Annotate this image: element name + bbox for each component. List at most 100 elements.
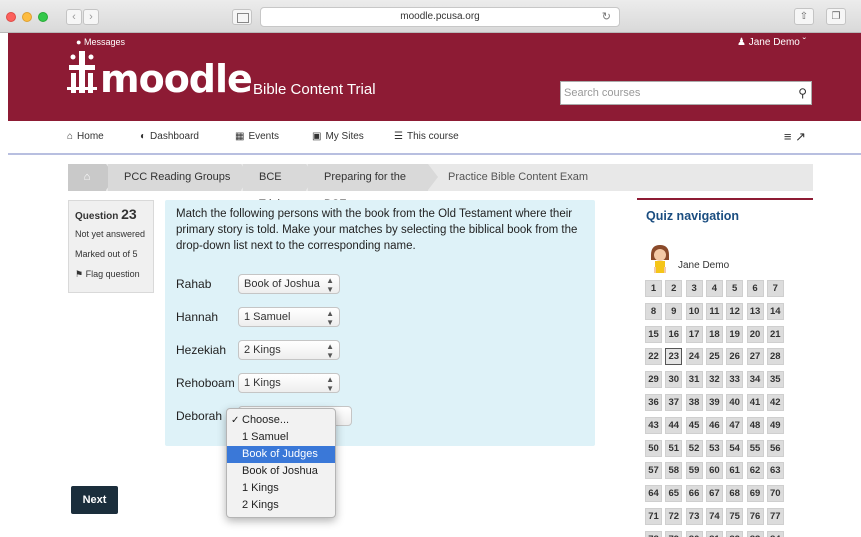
quiz-nav-question-button[interactable]: 29 [645,371,662,389]
quiz-nav-question-button[interactable]: 65 [665,485,683,503]
quiz-nav-question-button[interactable]: 14 [766,302,784,320]
nav-home[interactable]: ⌂ Home [67,131,104,142]
breadcrumb-bce-trial[interactable]: BCE Trial [243,164,306,210]
quiz-nav-question-button[interactable]: 79 [665,530,683,537]
search-input[interactable]: Search courses ⚲ [560,81,812,105]
breadcrumb-preparing-for-bce[interactable]: Preparing for the BCE [308,164,428,210]
quiz-nav-question-button[interactable]: 75 [726,508,744,525]
quiz-nav-question-button[interactable]: 39 [705,394,723,411]
quiz-nav-question-button[interactable]: 66 [685,485,703,503]
quiz-nav-question-button[interactable]: 20 [746,325,764,343]
quiz-nav-question-button[interactable]: 19 [726,325,744,343]
block-dock-icon[interactable]: ≡ [784,129,792,144]
quiz-nav-question-button[interactable]: 9 [665,302,683,320]
quiz-nav-question-button[interactable]: 22 [645,348,662,366]
quiz-nav-question-button[interactable]: 64 [645,485,662,503]
share-icon[interactable]: ⇧ [794,8,814,25]
quiz-nav-question-button[interactable]: 73 [685,508,703,525]
quiz-nav-question-button[interactable]: 82 [726,530,744,537]
dropdown-option-1-samuel[interactable]: 1 Samuel [227,429,335,446]
quiz-nav-question-button[interactable]: 69 [746,485,764,503]
breadcrumb-home[interactable]: ⌂ [68,164,106,191]
quiz-nav-question-button[interactable]: 30 [665,371,683,389]
quiz-nav-question-button[interactable]: 11 [705,302,723,320]
quiz-nav-question-button[interactable]: 2 [665,280,683,297]
quiz-nav-question-button[interactable]: 13 [746,302,764,320]
quiz-nav-question-button[interactable]: 71 [645,508,662,525]
quiz-nav-question-button[interactable]: 47 [726,416,744,434]
search-icon[interactable]: ⚲ [798,82,807,104]
quiz-nav-question-button[interactable]: 4 [705,280,723,297]
moodle-logo[interactable]: moodle [100,59,253,99]
quiz-nav-question-button[interactable]: 45 [685,416,703,434]
quiz-nav-question-button[interactable]: 62 [746,462,764,480]
quiz-nav-question-button[interactable]: 3 [685,280,703,297]
quiz-nav-question-button[interactable]: 37 [665,394,683,411]
quiz-nav-question-button[interactable]: 54 [726,439,744,457]
nav-dashboard[interactable]: ◐ Dashboard [140,131,199,142]
user-menu[interactable]: ♟ Jane Demo ˇ [737,37,806,48]
quiz-nav-question-button[interactable]: 1 [645,280,662,297]
quiz-nav-question-button[interactable]: 46 [705,416,723,434]
quiz-nav-question-button[interactable]: 50 [645,439,662,457]
quiz-nav-question-button[interactable]: 27 [746,348,764,366]
quiz-nav-question-button[interactable]: 78 [645,530,662,537]
quiz-nav-question-button[interactable]: 72 [665,508,683,525]
match-select-hezekiah[interactable]: 2 Kings ▲ ▼ [238,340,340,360]
quiz-nav-question-button[interactable]: 84 [766,530,784,537]
sidebar-toggle-icon[interactable] [232,9,252,25]
quiz-nav-question-button[interactable]: 28 [766,348,784,366]
pcusa-cross-logo-icon[interactable] [67,51,97,93]
back-button[interactable]: ‹ [66,9,82,25]
quiz-nav-question-button[interactable]: 61 [726,462,744,480]
quiz-nav-question-button[interactable]: 63 [766,462,784,480]
match-select-rehoboam[interactable]: 1 Kings ▲ ▼ [238,373,340,393]
quiz-nav-question-button[interactable]: 58 [665,462,683,480]
quiz-nav-question-button[interactable]: 5 [726,280,744,297]
quiz-nav-question-button[interactable]: 74 [705,508,723,525]
flag-question[interactable]: ⚑ Flag question [75,269,147,280]
messages-link[interactable]: ● Messages [76,37,125,47]
quiz-nav-question-button[interactable]: 48 [746,416,764,434]
forward-button[interactable]: › [83,9,99,25]
quiz-nav-question-button[interactable]: 18 [705,325,723,343]
nav-my-sites[interactable]: ▣ My Sites [312,131,364,142]
quiz-nav-question-button[interactable]: 6 [746,280,764,297]
quiz-nav-question-button[interactable]: 43 [645,416,662,434]
quiz-nav-question-button[interactable]: 67 [705,485,723,503]
address-bar[interactable]: moodle.pcusa.org ↻ [260,7,620,27]
quiz-nav-question-button[interactable]: 57 [645,462,662,480]
dropdown-option-choose[interactable]: ✓ Choose... [227,412,335,429]
quiz-nav-question-button[interactable]: 59 [685,462,703,480]
dropdown-option-1-kings[interactable]: 1 Kings [227,480,335,497]
quiz-nav-question-button[interactable]: 32 [705,371,723,389]
quiz-nav-question-button[interactable]: 83 [746,530,764,537]
quiz-nav-question-button[interactable]: 34 [746,371,764,389]
quiz-nav-question-button[interactable]: 33 [726,371,744,389]
dropdown-option-book-of-judges[interactable]: Book of Judges [227,446,335,463]
close-window-icon[interactable] [6,12,16,22]
zoom-window-icon[interactable] [38,12,48,22]
nav-this-course[interactable]: ☰ This course [394,131,459,142]
quiz-nav-question-button[interactable]: 10 [685,302,703,320]
quiz-nav-question-button[interactable]: 42 [766,394,784,411]
match-select-rahab[interactable]: Book of Joshua ▲ ▼ [238,274,340,294]
quiz-nav-question-button[interactable]: 38 [685,394,703,411]
quiz-nav-question-button[interactable]: 80 [685,530,703,537]
nav-events[interactable]: ▦ Events [235,131,279,142]
quiz-nav-question-button[interactable]: 81 [705,530,723,537]
reload-icon[interactable]: ↻ [602,8,611,26]
quiz-nav-question-button[interactable]: 12 [726,302,744,320]
quiz-nav-question-button[interactable]: 52 [685,439,703,457]
quiz-nav-question-button[interactable]: 70 [766,485,784,503]
next-button[interactable]: Next [71,486,118,514]
quiz-nav-question-button[interactable]: 40 [726,394,744,411]
quiz-nav-question-button[interactable]: 21 [766,325,784,343]
quiz-nav-question-button[interactable]: 36 [645,394,662,411]
quiz-nav-question-button[interactable]: 7 [766,280,784,297]
quiz-nav-question-button[interactable]: 41 [746,394,764,411]
breadcrumb-pcc-reading-groups[interactable]: PCC Reading Groups [108,164,241,191]
quiz-nav-question-button[interactable]: 76 [746,508,764,525]
quiz-nav-question-button[interactable]: 24 [685,348,703,366]
quiz-nav-question-button[interactable]: 15 [645,325,662,343]
